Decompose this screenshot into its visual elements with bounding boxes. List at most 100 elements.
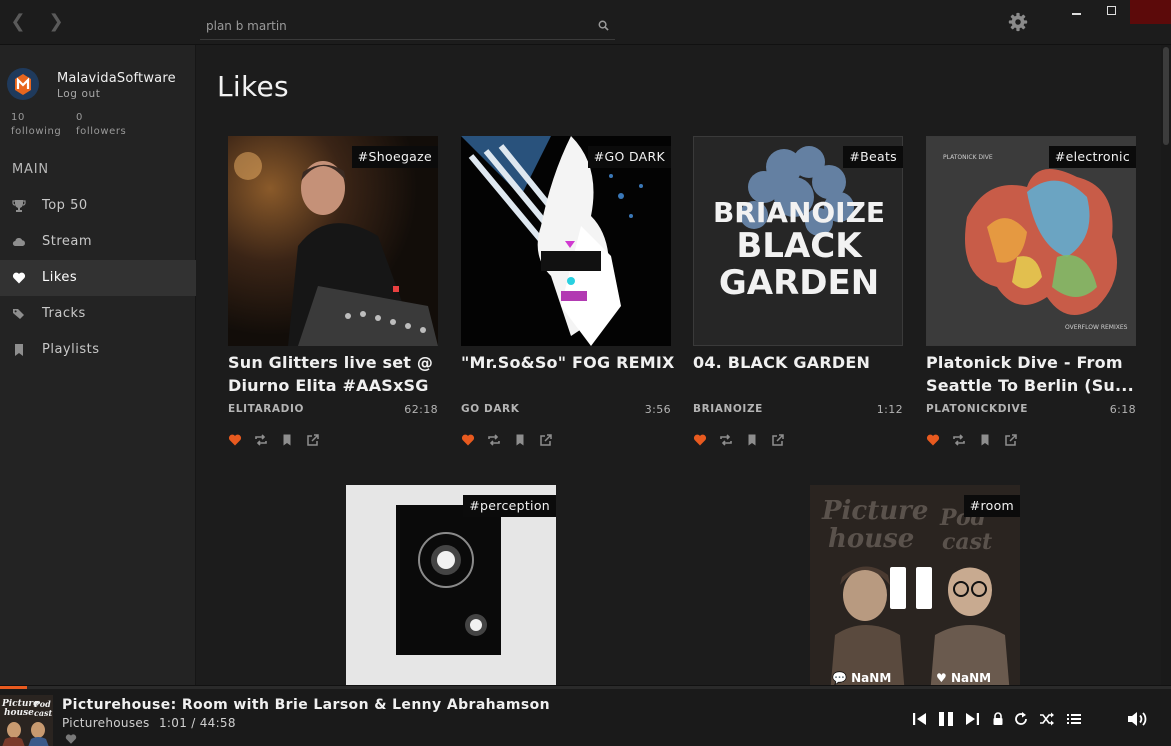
- pause-icon[interactable]: [937, 710, 955, 728]
- track-duration: 62:18: [404, 403, 438, 416]
- repost-icon[interactable]: [952, 433, 966, 447]
- track-title[interactable]: Sun Glitters live set @ Diurno Elita #AA…: [228, 351, 443, 397]
- art-text: OVERFLOW REMIXES: [1065, 324, 1128, 331]
- track-title-line: Platonick Dive - From: [926, 353, 1123, 372]
- track-duration: 3:56: [644, 403, 671, 416]
- genre-tag[interactable]: #Beats: [843, 146, 903, 168]
- gear-icon[interactable]: [1007, 11, 1029, 33]
- sidebar-item-top-50[interactable]: Top 50: [0, 188, 196, 224]
- like-count: ♥ NaNM: [936, 671, 991, 685]
- sidebar-item-playlists[interactable]: Playlists: [0, 332, 196, 368]
- track-artist[interactable]: BRIANOIZE: [693, 403, 763, 415]
- scrollbar[interactable]: [1161, 45, 1171, 685]
- genre-tag[interactable]: #electronic: [1048, 146, 1136, 168]
- bookmark-icon: [15, 344, 23, 356]
- track-card: #perception: [346, 485, 556, 685]
- heart-icon[interactable]: [926, 433, 940, 447]
- now-playing-artist[interactable]: Picturehouses: [62, 716, 150, 730]
- next-track-icon[interactable]: [963, 710, 981, 728]
- maximize-button[interactable]: [1092, 0, 1130, 24]
- art-text: PLATONICK DIVE: [943, 154, 993, 161]
- bookmark-icon[interactable]: [513, 433, 527, 447]
- track-card: #GO DARK "Mr.So&So" FOG REMIX GO DARK 3:…: [461, 136, 674, 456]
- art-text: BRIANOIZE: [713, 196, 885, 229]
- search-input[interactable]: [206, 16, 586, 36]
- track-artist[interactable]: GO DARK: [461, 403, 519, 415]
- track-artist[interactable]: ELITARADIO: [228, 403, 304, 415]
- art-text: house: [4, 708, 34, 718]
- user-name: MalavidaSoftware: [57, 71, 176, 86]
- track-title-line: Sun Glitters live set @: [228, 353, 434, 372]
- comment-count-value: NaNM: [851, 671, 892, 685]
- progress-bar[interactable]: [0, 686, 1171, 689]
- repeat-icon[interactable]: [1012, 710, 1030, 728]
- close-button[interactable]: [1130, 0, 1171, 24]
- page-title: Likes: [217, 70, 289, 103]
- art-text: cast: [942, 529, 992, 555]
- sidebar-item-likes[interactable]: Likes: [0, 260, 196, 296]
- tags-icon: [13, 309, 24, 319]
- now-playing-artwork[interactable]: Picture house Pod cast: [0, 695, 53, 746]
- track-title[interactable]: 04. BLACK GARDEN: [693, 351, 908, 374]
- genre-tag[interactable]: #Shoegaze: [351, 146, 438, 168]
- following-count: 10: [11, 112, 25, 123]
- external-link-icon[interactable]: [1004, 433, 1018, 447]
- followers-stat[interactable]: 0 followers: [76, 111, 126, 139]
- search-box: [200, 12, 615, 40]
- minimize-button[interactable]: [1057, 0, 1095, 24]
- track-title-line: "Mr.So&So" FOG REMIX: [461, 353, 675, 372]
- track-title[interactable]: "Mr.So&So" FOG REMIX: [461, 351, 676, 374]
- track-title-line: Seattle To Berlin (Su...: [926, 376, 1134, 395]
- logout-link[interactable]: Log out: [57, 88, 101, 100]
- back-arrow-icon[interactable]: ❮: [7, 11, 29, 33]
- progress-fill: [0, 686, 27, 689]
- avatar[interactable]: [7, 68, 39, 100]
- sidebar-item-label: Likes: [42, 270, 78, 285]
- external-link-icon[interactable]: [771, 433, 785, 447]
- main-content: Likes #Shoegaze Sun Glitters live set @ …: [197, 45, 1161, 685]
- art-text: GARDEN: [719, 263, 879, 303]
- track-card: PLATONICK DIVE OVERFLOW REMIXES #electro…: [926, 136, 1136, 456]
- bookmark-icon[interactable]: [745, 433, 759, 447]
- sidebar-item-stream[interactable]: Stream: [0, 224, 196, 260]
- track-card: Picture house Pod cast #room 💬 NaNM ♥ Na…: [810, 485, 1020, 685]
- bookmark-icon[interactable]: [978, 433, 992, 447]
- sidebar-item-tracks[interactable]: Tracks: [0, 296, 196, 332]
- heart-icon[interactable]: [65, 733, 77, 745]
- scrollbar-thumb[interactable]: [1163, 47, 1169, 145]
- cloud-icon: [12, 238, 25, 247]
- repost-icon[interactable]: [719, 433, 733, 447]
- art-text: cast: [34, 708, 53, 718]
- section-title-main: MAIN: [12, 162, 49, 177]
- forward-arrow-icon[interactable]: ❯: [45, 11, 67, 33]
- track-artist[interactable]: PLATONICKDIVE: [926, 403, 1028, 415]
- external-link-icon[interactable]: [306, 433, 320, 447]
- bookmark-icon[interactable]: [280, 433, 294, 447]
- sidebar-item-label: Stream: [42, 234, 93, 249]
- genre-tag[interactable]: #room: [963, 495, 1020, 517]
- queue-list-icon[interactable]: [1065, 710, 1083, 728]
- heart-icon: [12, 272, 26, 284]
- external-link-icon[interactable]: [539, 433, 553, 447]
- sidebar: MalavidaSoftware Log out 10 following 0 …: [0, 45, 196, 685]
- sidebar-item-label: Playlists: [42, 342, 100, 357]
- previous-track-icon[interactable]: [911, 710, 929, 728]
- following-stat[interactable]: 10 following: [11, 111, 61, 139]
- trophy-icon: [12, 200, 26, 212]
- track-card: #Shoegaze Sun Glitters live set @ Diurno…: [228, 136, 438, 456]
- heart-icon[interactable]: [461, 433, 475, 447]
- search-icon[interactable]: [598, 20, 609, 31]
- genre-tag[interactable]: #GO DARK: [587, 146, 671, 168]
- like-count-value: NaNM: [950, 671, 992, 685]
- shuffle-icon[interactable]: [1038, 710, 1056, 728]
- volume-icon[interactable]: [1126, 710, 1148, 728]
- lock-icon[interactable]: [989, 710, 1007, 728]
- track-title[interactable]: Platonick Dive - From Seattle To Berlin …: [926, 351, 1141, 397]
- repost-icon[interactable]: [487, 433, 501, 447]
- heart-icon[interactable]: [693, 433, 707, 447]
- genre-tag[interactable]: #perception: [463, 495, 556, 517]
- heart-icon[interactable]: [228, 433, 242, 447]
- now-playing-title: Picturehouse: Room with Brie Larson & Le…: [62, 697, 550, 713]
- repost-icon[interactable]: [254, 433, 268, 447]
- art-text: Picture: [821, 496, 928, 526]
